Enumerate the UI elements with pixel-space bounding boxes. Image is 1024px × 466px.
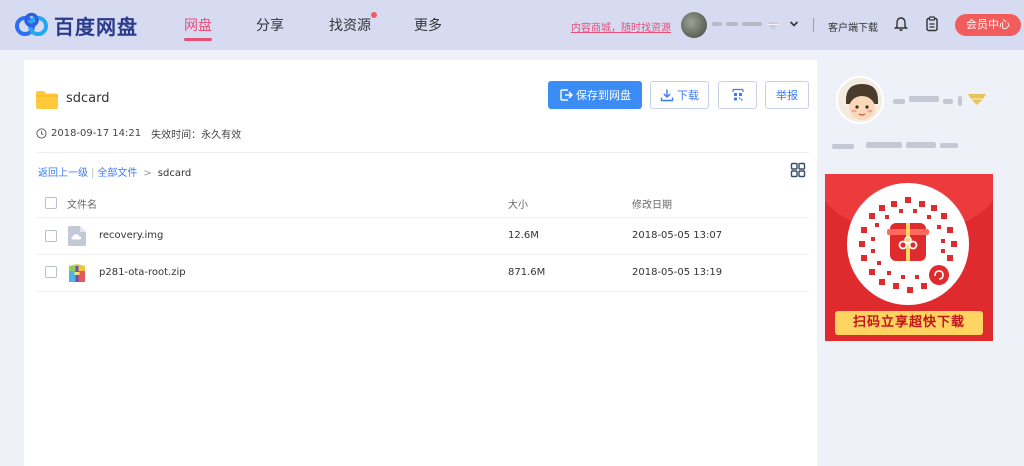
share-created-time: 2018-09-17 14:21 bbox=[51, 128, 142, 139]
qr-code-button[interactable] bbox=[718, 81, 757, 109]
file-name[interactable]: recovery.img bbox=[99, 230, 163, 241]
folder-icon bbox=[36, 91, 58, 109]
breadcrumb-bar: | bbox=[91, 168, 95, 179]
save-to-netdisk-button[interactable]: 保存到网盘 bbox=[548, 81, 642, 109]
download-promo-ad[interactable]: 扫码立享超快下载 bbox=[825, 174, 993, 341]
section-divider bbox=[36, 152, 809, 153]
share-title: sdcard bbox=[66, 91, 110, 106]
row-checkbox[interactable] bbox=[45, 266, 57, 278]
save-icon bbox=[560, 89, 573, 101]
header-divider bbox=[813, 18, 814, 32]
member-center-button[interactable]: 会员中心 bbox=[955, 14, 1021, 36]
row-checkbox[interactable] bbox=[45, 230, 57, 242]
qr-pattern-icon bbox=[859, 197, 957, 293]
nav-tab-label: 分享 bbox=[256, 18, 284, 34]
select-all-checkbox[interactable] bbox=[45, 197, 57, 209]
notification-dot bbox=[371, 12, 377, 18]
report-button[interactable]: 举报 bbox=[765, 81, 809, 109]
ad-banner-text: 扫码立享超快下载 bbox=[835, 311, 983, 335]
bell-icon[interactable] bbox=[893, 16, 909, 32]
file-modified: 2018-05-05 13:19 bbox=[632, 267, 723, 278]
nav-tab-find-resources[interactable]: 找资源 bbox=[329, 12, 377, 45]
file-modified: 2018-05-05 13:07 bbox=[632, 230, 723, 241]
baidu-cloud-logo-icon bbox=[15, 12, 48, 36]
expire-value: 永久有效 bbox=[201, 130, 242, 141]
clock-icon bbox=[36, 128, 47, 139]
client-download-link[interactable]: 客户端下载 bbox=[828, 19, 878, 34]
row-divider-line bbox=[36, 254, 809, 255]
download-button[interactable]: 下载 bbox=[650, 81, 709, 109]
zip-archive-file-icon bbox=[69, 264, 85, 282]
logo-text: 百度网盘 bbox=[54, 14, 138, 39]
column-header-size[interactable]: 大小 bbox=[508, 196, 528, 211]
disk-image-file-icon bbox=[68, 226, 86, 246]
nav-tab-netdisk[interactable]: 网盘 bbox=[184, 15, 212, 45]
save-button-label: 保存到网盘 bbox=[576, 90, 631, 102]
vip-crown-icon bbox=[968, 94, 986, 105]
file-size: 12.6M bbox=[508, 230, 539, 241]
download-icon bbox=[660, 89, 674, 102]
grid-view-icon[interactable] bbox=[790, 162, 806, 178]
header-divider-line bbox=[36, 217, 809, 218]
user-avatar[interactable] bbox=[681, 12, 707, 38]
share-meta: 2018-09-17 14:21 失效时间： 永久有效 bbox=[36, 126, 241, 141]
breadcrumb-current: sdcard bbox=[157, 168, 192, 179]
file-size: 871.6M bbox=[508, 267, 546, 278]
user-name-blurred[interactable] bbox=[712, 17, 764, 31]
column-header-name[interactable]: 文件名 bbox=[67, 196, 97, 211]
nav-tab-share[interactable]: 分享 bbox=[256, 15, 284, 45]
download-button-label: 下载 bbox=[677, 90, 699, 102]
report-button-label: 举报 bbox=[776, 90, 798, 102]
nav-tab-label: 更多 bbox=[414, 18, 442, 34]
qr-code-icon bbox=[731, 88, 744, 101]
expire-label: 失效时间： bbox=[151, 130, 202, 141]
promo-link[interactable]: 内容商城，随时找资源 bbox=[571, 19, 671, 34]
breadcrumb: 返回上一级 | 全部文件 > sdcard bbox=[38, 164, 191, 179]
breadcrumb-all-files-link[interactable]: 全部文件 bbox=[97, 168, 137, 179]
clipboard-icon[interactable] bbox=[924, 16, 940, 32]
cartoon-avatar-icon bbox=[838, 78, 882, 122]
breadcrumb-separator: > bbox=[143, 168, 152, 179]
vip-diamond-icon bbox=[767, 22, 779, 30]
column-header-modified[interactable]: 修改日期 bbox=[632, 196, 672, 211]
row-divider-line bbox=[36, 291, 809, 292]
nav-tab-more[interactable]: 更多 bbox=[414, 15, 442, 45]
sharer-avatar[interactable] bbox=[836, 76, 884, 124]
share-detail-card: sdcard 保存到网盘 下载 举报 2018-09-17 14:21 失效时间… bbox=[24, 60, 817, 466]
breadcrumb-back-link[interactable]: 返回上一级 bbox=[38, 168, 88, 179]
top-navigation-bar: 百度网盘 网盘 分享 找资源 更多 内容商城，随时找资源 客户端下载 会员中心 bbox=[0, 0, 1024, 50]
nav-tab-label: 网盘 bbox=[184, 18, 212, 34]
chevron-down-icon[interactable] bbox=[788, 18, 800, 30]
file-name[interactable]: p281-ota-root.zip bbox=[99, 267, 186, 278]
mini-program-qr-code bbox=[847, 183, 969, 305]
nav-tab-label: 找资源 bbox=[329, 18, 371, 34]
baidu-netdisk-logo[interactable]: 百度网盘 bbox=[14, 11, 138, 39]
